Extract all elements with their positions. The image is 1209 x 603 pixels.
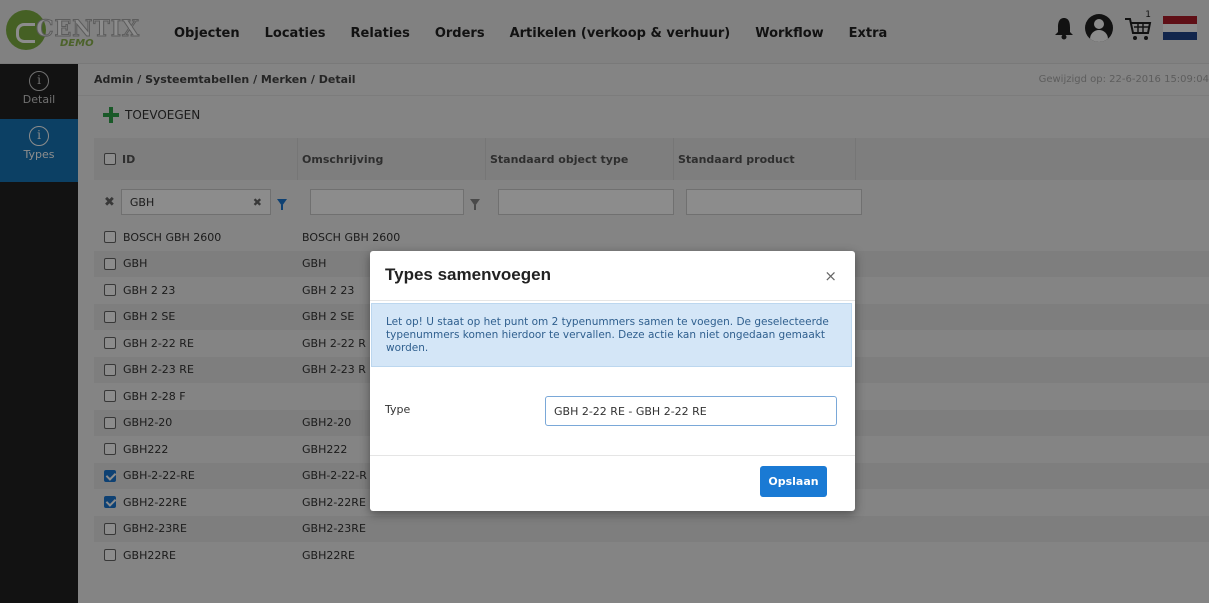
- close-icon[interactable]: ×: [824, 267, 837, 285]
- type-label: Type: [385, 403, 411, 416]
- save-button[interactable]: Opslaan: [760, 466, 827, 497]
- type-select[interactable]: GBH 2-22 RE - GBH 2-22 RE: [545, 396, 837, 426]
- merge-types-dialog: Types samenvoegen × Let op! U staat op h…: [370, 251, 855, 511]
- dialog-title: Types samenvoegen: [385, 265, 551, 284]
- warning-alert: Let op! U staat op het punt om 2 typenum…: [371, 303, 852, 367]
- divider: [370, 455, 855, 456]
- divider: [370, 300, 855, 301]
